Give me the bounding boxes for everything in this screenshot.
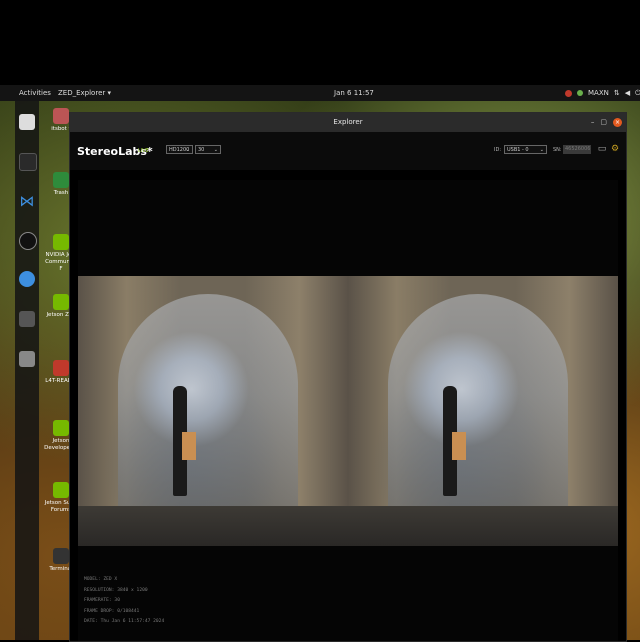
serial-number-field: 46526006 (563, 145, 591, 154)
camera-icon[interactable]: ▭ (597, 144, 607, 154)
folder-icon (53, 108, 69, 124)
document-icon (53, 360, 69, 376)
fps-select[interactable]: 30 ⌄ (195, 145, 221, 154)
maximize-icon[interactable]: ▢ (600, 113, 607, 132)
camera-info-panel: MODEL: ZED X RESOLUTION: 3840 x 1200 FRA… (84, 575, 164, 628)
trash-icon (53, 172, 69, 188)
app-icon[interactable] (19, 311, 35, 327)
stereo-video-viewer (78, 180, 618, 641)
terminal-icon[interactable] (19, 153, 37, 171)
record-icon[interactable] (565, 89, 572, 97)
toolbar: StereoLabs* LIVE HD1200 ⌄ 30 ⌄ ID: USB1 … (70, 132, 626, 170)
nvidia-icon (53, 482, 69, 498)
dock: ⋈ (15, 101, 39, 640)
files-icon[interactable] (19, 114, 35, 130)
top-bar: Activities ZED_Explorer ▾ Jan 6 11:57 MA… (0, 85, 640, 101)
power-icon[interactable]: ⏻ (635, 85, 640, 101)
minimize-icon[interactable]: – (591, 113, 595, 132)
chevron-down-icon: ⌄ (185, 147, 190, 153)
activities-button[interactable]: Activities (19, 85, 51, 101)
window-title: Explorer (333, 118, 363, 126)
window-titlebar[interactable]: Explorer – ▢ × (70, 113, 626, 132)
sn-label: SN: (553, 147, 562, 153)
maxn-icon (577, 90, 583, 96)
info-framerate: FRAMERATE: 30 (84, 598, 120, 603)
left-camera-image (78, 276, 348, 546)
status-area[interactable]: MAXN ⇅ ◀ ⏻ (565, 85, 640, 101)
close-icon[interactable]: × (613, 118, 622, 127)
nvidia-icon (53, 234, 69, 250)
volume-icon[interactable]: ◀ (625, 85, 630, 101)
info-model: MODEL: ZED X (84, 577, 118, 582)
chevron-down-icon: ⌄ (539, 147, 544, 153)
device-select[interactable]: USB1 - 0 ⌄ (504, 145, 547, 154)
terminal-icon (53, 548, 69, 564)
obs-icon[interactable] (19, 232, 37, 250)
nvidia-icon (53, 294, 69, 310)
vscode-icon[interactable]: ⋈ (19, 193, 35, 209)
drive-icon[interactable] (19, 351, 35, 367)
resolution-select[interactable]: HD1200 ⌄ (166, 145, 193, 154)
id-label: ID: (494, 147, 502, 153)
nvidia-icon (53, 420, 69, 436)
clock[interactable]: Jan 6 11:57 (334, 85, 374, 101)
chevron-down-icon: ⌄ (213, 147, 218, 153)
info-resolution: RESOLUTION: 3840 x 1200 (84, 587, 148, 593)
network-icon[interactable]: ⇅ (614, 85, 620, 101)
gear-icon[interactable]: ⚙ (610, 144, 620, 154)
explorer-window: Explorer – ▢ × StereoLabs* LIVE HD1200 ⌄… (69, 112, 627, 642)
app-menu[interactable]: ZED_Explorer ▾ (58, 85, 111, 101)
right-camera-image (348, 276, 618, 546)
info-date: DATE: Thu Jan 6 11:57:47 2024 (84, 619, 165, 624)
chromium-icon[interactable] (19, 271, 35, 287)
info-frame-drop: FRAME DROP: 0/108441 (84, 608, 140, 614)
live-badge: LIVE (138, 148, 149, 154)
power-mode-label[interactable]: MAXN (588, 85, 609, 101)
